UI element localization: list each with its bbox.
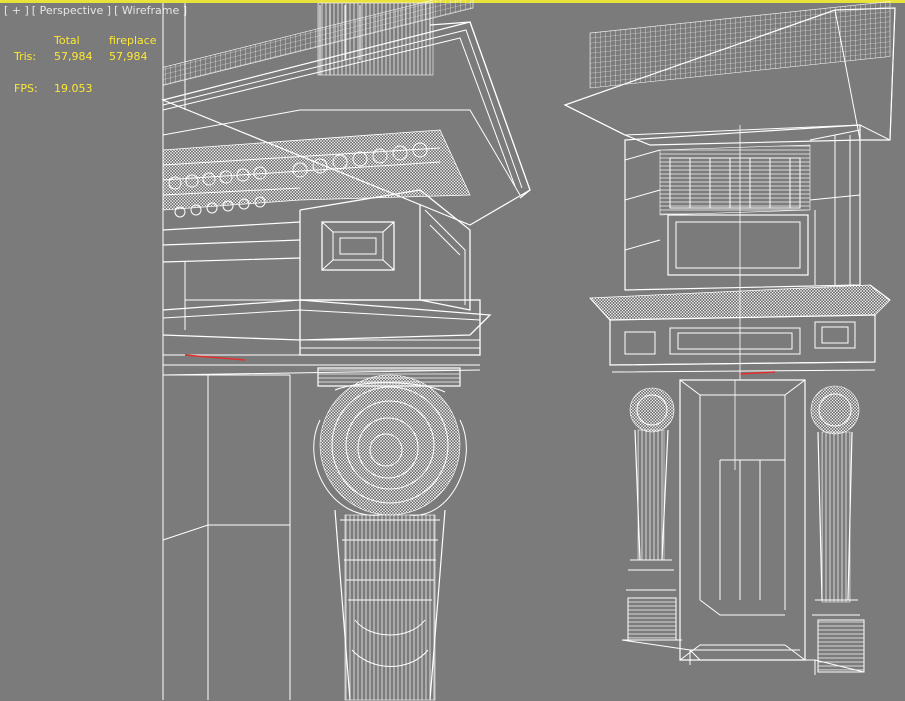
- wireframe-scene[interactable]: [0, 0, 905, 701]
- right-right-column: [810, 385, 865, 673]
- perspective-viewport[interactable]: [ + ] [ Perspective ] [ Wireframe ] Tota…: [0, 0, 905, 701]
- fireplace-full-wireframe: [563, 1, 896, 675]
- fireplace-closeup-wireframe: [161, 0, 531, 701]
- capital-scroll-ornament: [313, 374, 467, 516]
- right-left-column: [622, 387, 682, 641]
